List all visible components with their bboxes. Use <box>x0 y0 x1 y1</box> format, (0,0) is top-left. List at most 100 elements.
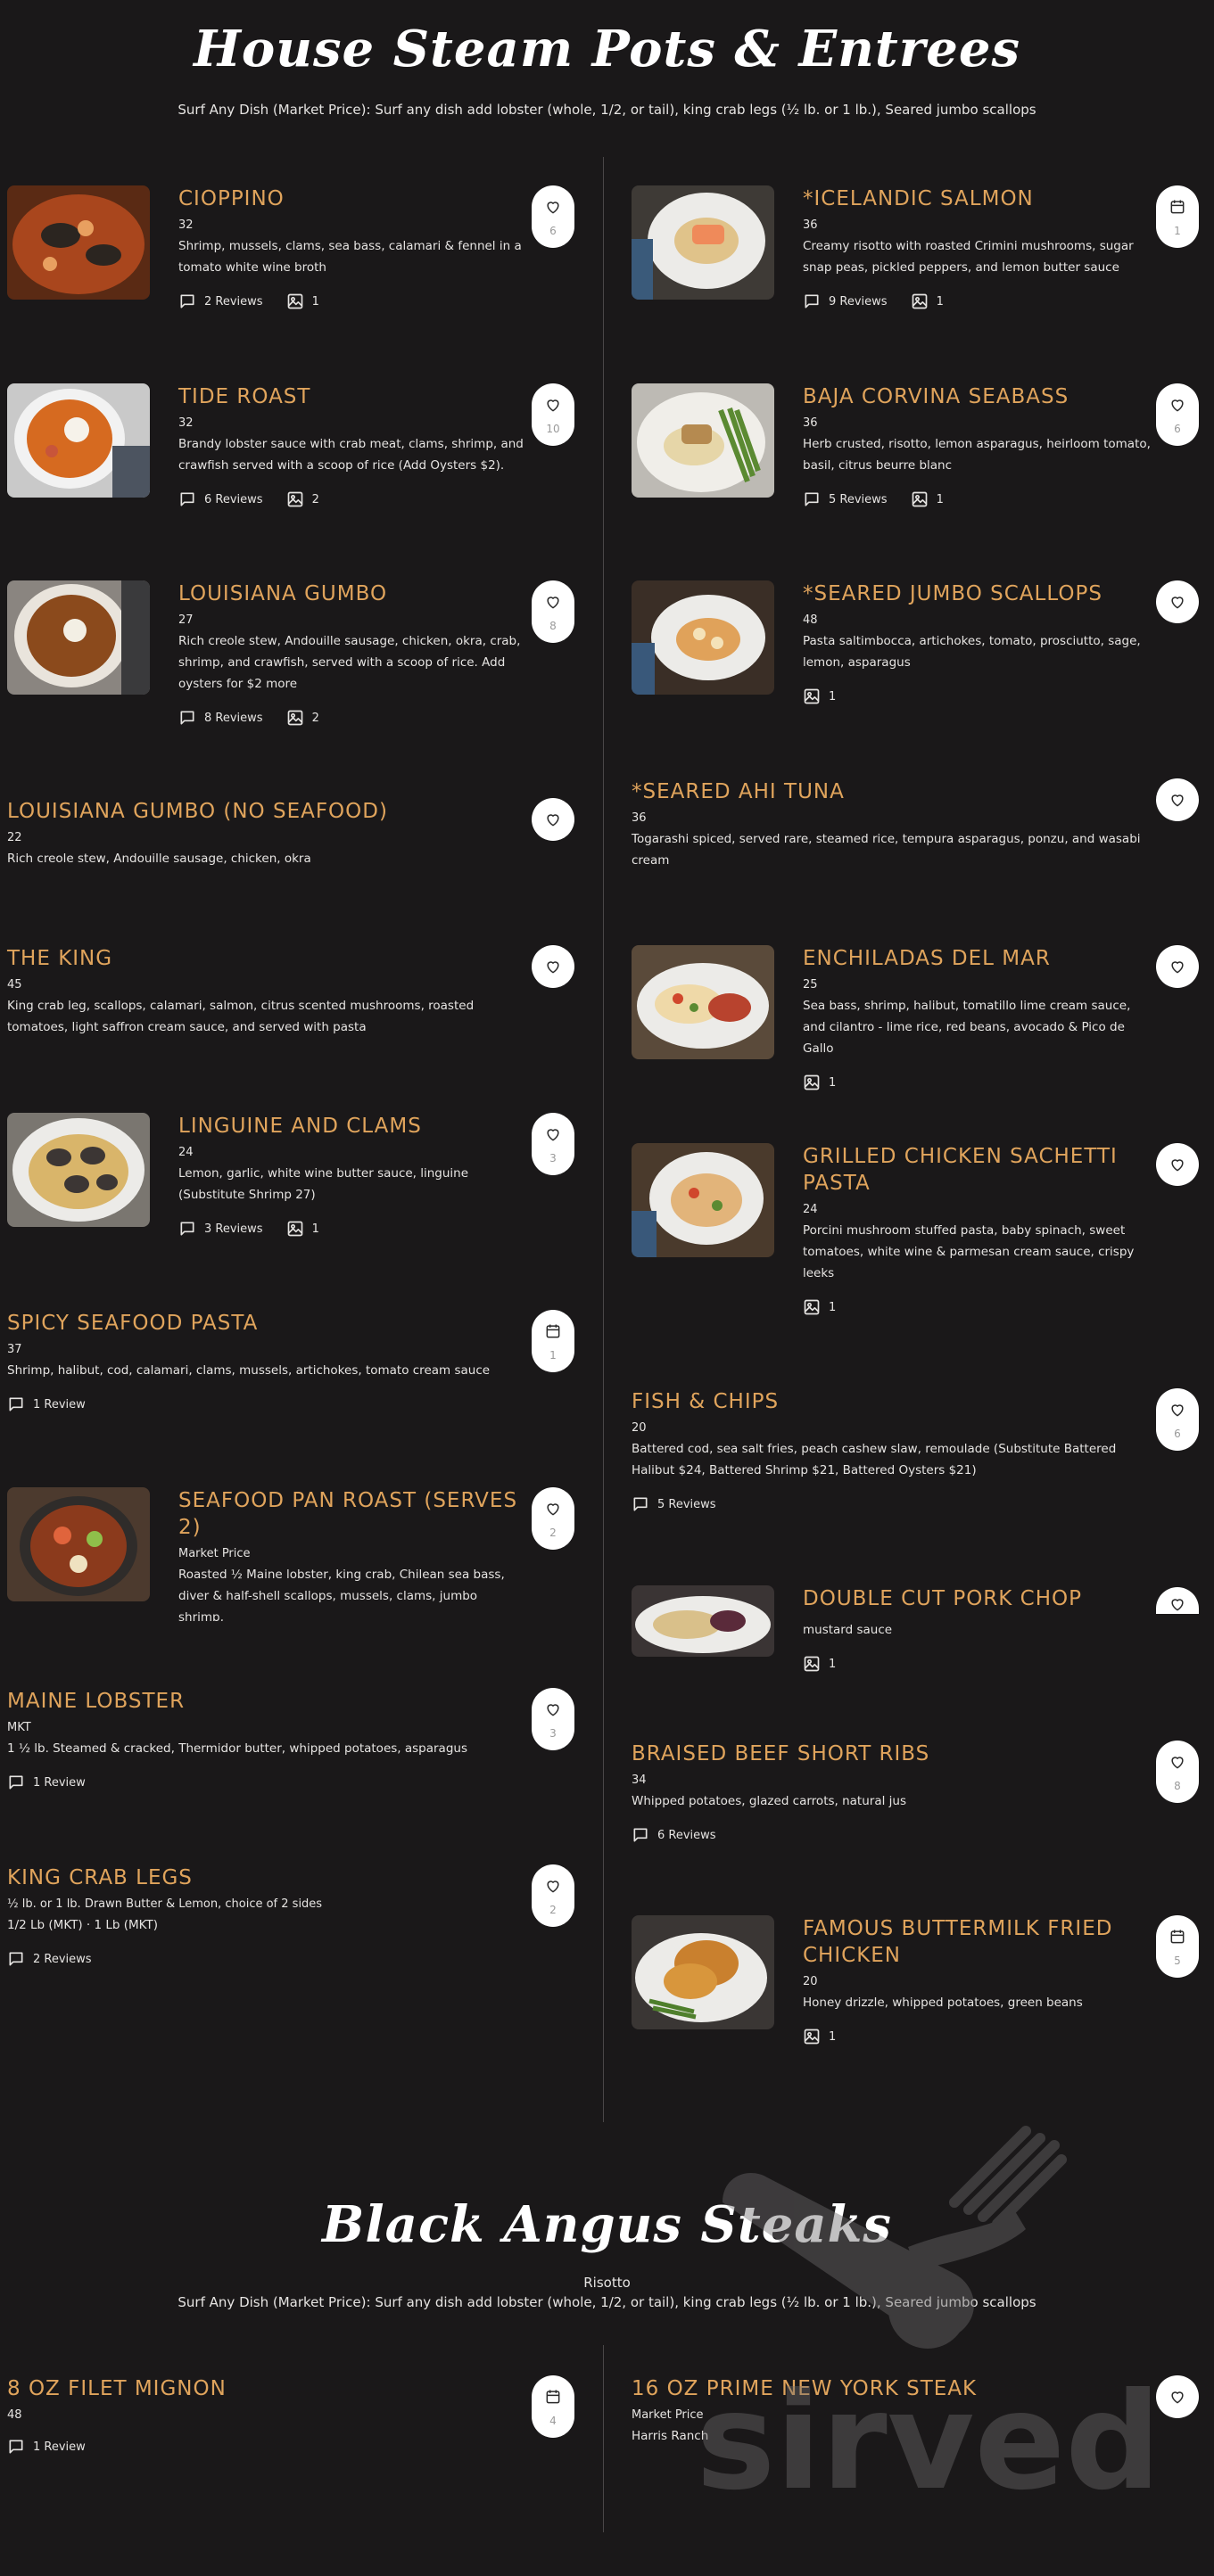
dish-photo[interactable] <box>632 185 774 300</box>
menu-item[interactable]: Spicy Seafood Pasta 37 Shrimp, halibut, … <box>7 1310 578 1426</box>
item-description: King crab leg, scallops, calamari, salmo… <box>7 999 475 1034</box>
favorite-button[interactable]: 6 <box>1156 383 1199 446</box>
reviews-link[interactable]: 6 Reviews <box>632 1826 716 1844</box>
dish-photo[interactable] <box>632 1585 774 1657</box>
dish-photo[interactable] <box>632 580 774 695</box>
favorite-button[interactable] <box>1156 778 1199 821</box>
favorite-button[interactable]: 10 <box>532 383 574 446</box>
reviews-link[interactable]: 1 Review <box>7 1395 86 1413</box>
calendar-icon <box>544 1322 562 1340</box>
reviews-link[interactable]: 9 Reviews <box>803 292 888 310</box>
menu-item[interactable]: 16 oz Prime New York Steak Market Price … <box>632 2375 1202 2465</box>
photos-link[interactable]: 1 <box>286 1220 319 1238</box>
reviews-link[interactable]: 5 Reviews <box>632 1495 716 1513</box>
menu-item[interactable]: Louisiana Gumbo 27 Rich creole stew, And… <box>7 580 578 750</box>
photos-link[interactable]: 1 <box>803 1655 836 1673</box>
reviews-link[interactable]: 6 Reviews <box>178 490 263 508</box>
dish-photo[interactable] <box>7 383 150 498</box>
menu-item[interactable]: Double Cut Pork Chop mustard sauce 1 <box>632 1585 1202 1692</box>
reviews-link[interactable]: 3 Reviews <box>178 1220 263 1238</box>
menu-item[interactable]: Braised Beef Short Ribs 34 Whipped potat… <box>632 1741 1202 1856</box>
dish-photo[interactable] <box>7 1113 150 1227</box>
item-name: Tide Roast <box>178 385 311 408</box>
reviews-link[interactable]: 1 Review <box>7 1774 86 1791</box>
dish-photo[interactable] <box>7 1487 150 1601</box>
favorite-button[interactable] <box>1156 1587 1199 1614</box>
favorite-button[interactable]: 6 <box>1156 1388 1199 1451</box>
favorite-button[interactable] <box>1156 580 1199 623</box>
favorite-button[interactable] <box>1156 2375 1199 2418</box>
favorite-button[interactable]: 1 <box>532 1310 574 1372</box>
menu-item[interactable]: Cioppino 32 Shrimp, mussels, clams, sea … <box>7 185 578 337</box>
photo-icon <box>286 709 304 727</box>
favorite-button[interactable]: 6 <box>532 185 574 248</box>
favorite-button[interactable]: 8 <box>1156 1741 1199 1803</box>
dish-photo[interactable] <box>632 945 774 1059</box>
menu-item[interactable]: Tide Roast 32 Brandy lobster sauce with … <box>7 383 578 535</box>
menu-item[interactable]: *Icelandic Salmon 36 Creamy risotto with… <box>632 185 1202 337</box>
dish-photo[interactable] <box>7 580 150 695</box>
menu-item[interactable]: Baja Corvina Seabass 36 Herb crusted, ri… <box>632 383 1202 535</box>
item-price: Market Price <box>178 1547 251 1560</box>
favorite-button[interactable] <box>1156 945 1199 988</box>
reviews-link[interactable]: 2 Reviews <box>178 292 263 310</box>
heart-icon <box>544 811 562 828</box>
photos-link[interactable]: 1 <box>803 1074 836 1091</box>
dish-photo[interactable] <box>7 185 150 300</box>
item-price: 36 <box>803 416 818 430</box>
favorite-button[interactable] <box>532 945 574 988</box>
item-price: 24 <box>178 1146 194 1159</box>
menu-item[interactable]: The King 45 King crab leg, scallops, cal… <box>7 945 578 1052</box>
favorite-button[interactable]: 1 <box>1156 185 1199 248</box>
reviews-link[interactable]: 8 Reviews <box>178 709 263 727</box>
reviews-link[interactable]: 5 Reviews <box>803 490 888 508</box>
menu-item[interactable]: Seafood Pan Roast (Serves 2) Market Pric… <box>7 1487 578 1621</box>
favorite-button[interactable] <box>1156 1143 1199 1186</box>
menu-item[interactable]: Famous Buttermilk Fried Chicken 20 Honey… <box>632 1915 1202 2094</box>
favorite-count: 8 <box>1174 1780 1181 1792</box>
photos-link[interactable]: 1 <box>911 292 944 310</box>
heart-icon <box>1169 1401 1186 1419</box>
item-name: Famous Buttermilk Fried Chicken <box>803 1917 1113 1967</box>
menu-item[interactable]: *Seared Jumbo Scallops 48 Pasta saltimbo… <box>632 580 1202 732</box>
menu-item[interactable]: King Crab Legs ½ lb. or 1 lb. Drawn Butt… <box>7 1864 578 1989</box>
dish-photo[interactable] <box>632 1143 774 1257</box>
favorite-button[interactable] <box>532 798 574 841</box>
review-icon <box>632 1495 649 1513</box>
item-name: The King <box>7 947 113 970</box>
photos-link[interactable]: 1 <box>803 1298 836 1316</box>
photos-link[interactable]: 2 <box>286 709 319 727</box>
reviews-link[interactable]: 1 Review <box>7 2438 86 2456</box>
menu-item[interactable]: Enchiladas Del Mar 25 Sea bass, shrimp, … <box>632 945 1202 1097</box>
item-description: Shrimp, mussels, clams, sea bass, calama… <box>178 239 522 275</box>
menu-item[interactable]: Louisiana Gumbo (No Seafood) 22 Rich cre… <box>7 798 578 896</box>
menu-item[interactable]: 8 oz Filet Mignon 48 1 Review 4 <box>7 2375 578 2482</box>
dish-photo[interactable] <box>632 383 774 498</box>
heart-icon <box>1169 1595 1186 1613</box>
favorite-button[interactable]: 4 <box>532 2375 574 2438</box>
favorite-button[interactable]: 5 <box>1156 1915 1199 1978</box>
favorite-button[interactable]: 2 <box>532 1487 574 1550</box>
favorite-button[interactable]: 2 <box>532 1864 574 1927</box>
favorite-button[interactable]: 8 <box>532 580 574 643</box>
item-name: 8 oz Filet Mignon <box>7 2377 227 2400</box>
photos-link[interactable]: 1 <box>803 687 836 705</box>
menu-item[interactable]: Grilled Chicken Sachetti Pasta 24 Porcin… <box>632 1143 1202 1339</box>
photos-link[interactable]: 1 <box>911 490 944 508</box>
favorite-button[interactable]: 3 <box>532 1688 574 1750</box>
review-icon <box>178 292 196 310</box>
item-price: 48 <box>7 2408 22 2422</box>
menu-item[interactable]: Linguine and Clams 24 Lemon, garlic, whi… <box>7 1113 578 1264</box>
photo-icon <box>286 292 304 310</box>
item-price: 37 <box>7 1343 22 1356</box>
favorite-button[interactable]: 3 <box>532 1113 574 1175</box>
menu-item[interactable]: Fish & Chips 20 Battered cod, sea salt f… <box>632 1388 1202 1522</box>
menu-item[interactable]: *Seared Ahi Tuna 36 Togarashi spiced, se… <box>632 778 1202 885</box>
photos-link[interactable]: 2 <box>286 490 319 508</box>
dish-photo[interactable] <box>632 1915 774 2029</box>
item-name: Seafood Pan Roast (Serves 2) <box>178 1489 518 1539</box>
menu-item[interactable]: Maine Lobster MKT 1 ½ lb. Steamed & crac… <box>7 1688 578 1804</box>
photos-link[interactable]: 1 <box>803 2028 836 2045</box>
reviews-link[interactable]: 2 Reviews <box>7 1950 92 1968</box>
photos-link[interactable]: 1 <box>286 292 319 310</box>
